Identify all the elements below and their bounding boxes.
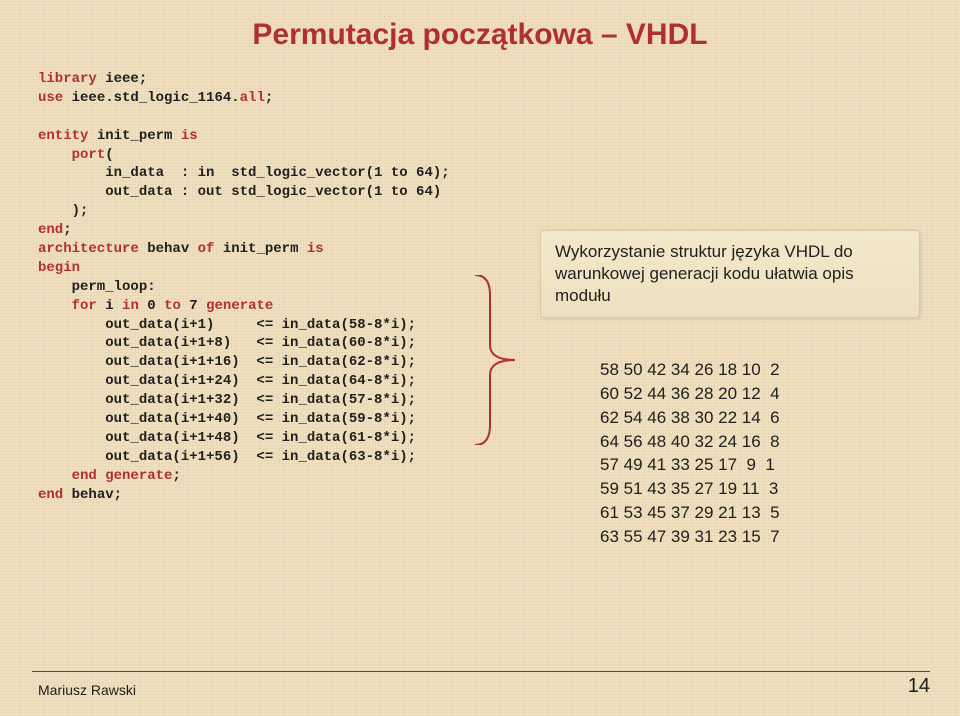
matrix-row: 62 54 46 38 30 22 14 6 [600,406,920,430]
matrix-row: 59 51 43 35 27 19 11 3 [600,477,920,501]
footer-divider [32,671,930,672]
right-panel: Wykorzystanie struktur języka VHDL do wa… [540,230,920,549]
matrix-row: 63 55 47 39 31 23 15 7 [600,525,920,549]
matrix-row: 60 52 44 36 28 20 12 4 [600,382,920,406]
matrix-row: 58 50 42 34 26 18 10 2 [600,358,920,382]
matrix-row: 61 53 45 37 29 21 13 5 [600,501,920,525]
matrix-row: 64 56 48 40 32 24 16 8 [600,430,920,454]
vhdl-code-block: library ieee; use ieee.std_logic_1164.al… [38,70,508,504]
footer-page-number: 14 [908,675,930,698]
bracket-icon [470,275,525,445]
slide-title: Permutacja początkowa – VHDL [0,18,960,52]
permutation-matrix: 58 50 42 34 26 18 10 2 60 52 44 36 28 20… [600,358,920,548]
matrix-row: 57 49 41 33 25 17 9 1 [600,453,920,477]
description-box: Wykorzystanie struktur języka VHDL do wa… [540,230,920,318]
footer-author: Mariusz Rawski [38,682,136,698]
